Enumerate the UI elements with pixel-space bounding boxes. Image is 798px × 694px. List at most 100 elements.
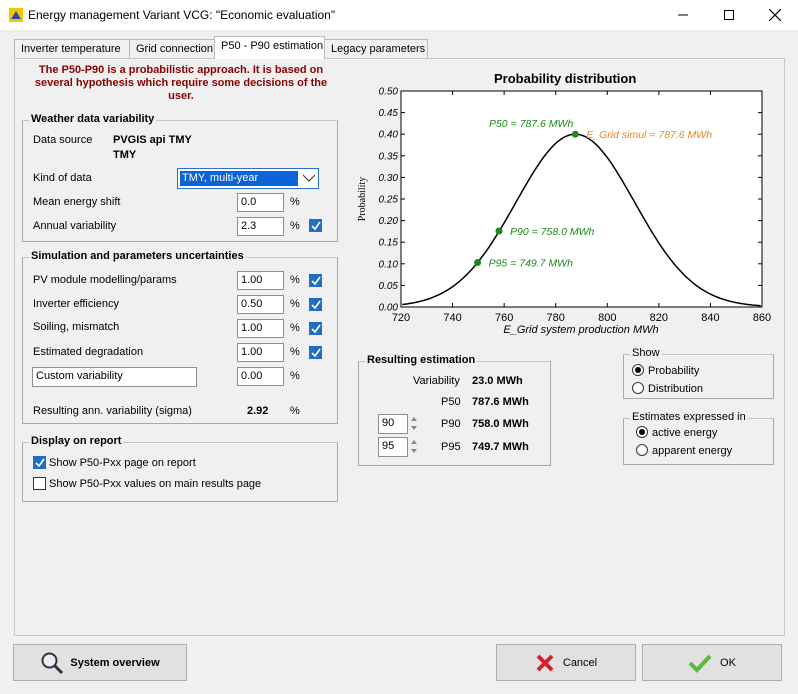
x-tick-label: 800: [598, 312, 616, 324]
data-source-label: Data source: [33, 134, 93, 146]
chevron-down-icon: [303, 174, 315, 182]
kind-of-data-value: TMY, multi-year: [180, 171, 298, 186]
tab-label: Legacy parameters: [331, 43, 426, 55]
y-tick-label: 0.15: [379, 238, 399, 249]
report-group: Display on report: [22, 435, 338, 502]
check-icon: [688, 654, 712, 673]
system-overview-label: System overview: [70, 656, 160, 669]
x-tick-label: 860: [753, 312, 771, 324]
mean-energy-shift-input[interactable]: 0.0: [237, 193, 284, 212]
inverter-efficiency-unit: %: [290, 298, 300, 310]
checkmark-icon: [311, 348, 321, 358]
data-source-value-2: TMY: [113, 149, 137, 161]
x-tick-label: 760: [495, 312, 513, 324]
resulting-variability-label: Resulting ann. variability (sigma): [33, 405, 192, 417]
show-probability-radio[interactable]: [632, 364, 644, 376]
y-tick-label: 0.20: [379, 216, 399, 227]
title-bar: Energy management Variant VCG: "Economic…: [0, 0, 798, 30]
system-overview-button[interactable]: System overview: [13, 644, 187, 681]
data-source-value: PVGIS api TMY: [113, 134, 192, 146]
close-button[interactable]: [752, 0, 798, 30]
report-group-title: Display on report: [29, 435, 124, 447]
maximize-button[interactable]: [706, 0, 752, 30]
tab-p50-p90-estimation[interactable]: P50 - P90 estimation: [214, 36, 325, 59]
minimize-icon: [678, 14, 688, 16]
resulting-variability-value: 2.92: [247, 405, 269, 417]
cancel-label: Cancel: [562, 656, 598, 669]
p50-annotation: P50 = 787.6 MWh: [489, 118, 573, 130]
mean-energy-shift-label: Mean energy shift: [33, 196, 121, 208]
soiling-mismatch-input[interactable]: 1.00: [237, 319, 284, 338]
p95-label: P95: [441, 441, 461, 453]
p95-percent-input[interactable]: 95: [378, 437, 408, 457]
soiling-mismatch-unit: %: [290, 322, 300, 334]
plot-area: [400, 90, 763, 308]
inverter-efficiency-input[interactable]: 0.50: [237, 295, 284, 314]
maximize-icon: [724, 10, 734, 20]
soiling-mismatch-checkbox[interactable]: [309, 322, 322, 335]
active-energy-label: active energy: [652, 427, 718, 439]
pv-module-label: PV module modelling/params: [33, 274, 177, 286]
active-energy-radio[interactable]: [636, 426, 648, 438]
p90-value: 758.0 MWh: [472, 418, 529, 430]
checkmark-icon: [311, 276, 321, 286]
estimates-group-title: Estimates expressed in: [630, 411, 748, 423]
tab-label: Inverter temperature: [21, 43, 121, 55]
tab-inverter-temperature[interactable]: Inverter temperature: [14, 39, 130, 59]
annual-variability-label: Annual variability: [33, 220, 117, 232]
p50-value: 787.6 MWh: [472, 396, 529, 408]
custom-variability-input[interactable]: 0.00: [237, 367, 284, 386]
x-axis-label: E_Grid system production MWh: [503, 324, 658, 336]
x-tick-label: 720: [392, 312, 410, 324]
tab-label: P50 - P90 estimation: [221, 40, 324, 52]
estimated-degradation-checkbox[interactable]: [309, 346, 322, 359]
weather-group-title: Weather data variability: [29, 113, 157, 125]
show-distribution-label: Distribution: [648, 383, 704, 395]
cancel-button[interactable]: Cancel: [496, 644, 636, 681]
checkmark-icon: [35, 458, 45, 468]
y-tick-label: 0.25: [379, 195, 399, 206]
show-distribution-radio[interactable]: [632, 382, 644, 394]
pv-module-unit: %: [290, 274, 300, 286]
uncertainties-group-title: Simulation and parameters uncertainties: [29, 250, 246, 262]
apparent-energy-radio[interactable]: [636, 444, 648, 456]
minimize-button[interactable]: [660, 0, 706, 30]
show-probability-label: Probability: [648, 365, 700, 377]
inverter-efficiency-checkbox[interactable]: [309, 298, 322, 311]
p95-marker: [474, 259, 482, 267]
custom-variability-unit: %: [290, 370, 300, 382]
estimated-degradation-unit: %: [290, 346, 300, 358]
close-icon: [769, 9, 781, 21]
checkmark-icon: [311, 221, 321, 231]
show-page-checkbox[interactable]: [33, 456, 46, 469]
y-tick-label: 0.40: [379, 130, 399, 141]
window-title: Energy management Variant VCG: "Economic…: [28, 8, 336, 22]
mean-energy-shift-unit: %: [290, 196, 300, 208]
resulting-variability-unit: %: [290, 405, 300, 417]
app-icon: [9, 8, 23, 22]
y-tick-label: 0.05: [379, 281, 399, 292]
p90-annotation: P90 = 758.0 MWh: [510, 226, 594, 238]
intro-text: The P50-P90 is a probabilistic approach.…: [34, 64, 328, 102]
tab-grid-connection[interactable]: Grid connection: [129, 39, 215, 59]
show-values-checkbox[interactable]: [33, 477, 46, 490]
kind-of-data-select[interactable]: TMY, multi-year: [177, 168, 319, 189]
annual-variability-input[interactable]: 2.3: [237, 217, 284, 236]
pv-module-checkbox[interactable]: [309, 274, 322, 287]
p95-spinner-icon[interactable]: [410, 437, 418, 456]
custom-variability-name-input[interactable]: Custom variability: [32, 367, 197, 387]
annual-variability-checkbox[interactable]: [309, 219, 322, 232]
checkmark-icon: [311, 324, 321, 334]
x-tick-label: 840: [701, 312, 719, 324]
ok-button[interactable]: OK: [642, 644, 782, 681]
search-icon: [41, 652, 64, 674]
variability-label: Variability: [413, 375, 460, 387]
result-group-title: Resulting estimation: [365, 354, 478, 366]
p90-spinner-icon[interactable]: [410, 414, 418, 433]
estimated-degradation-input[interactable]: 1.00: [237, 343, 284, 362]
pv-module-input[interactable]: 1.00: [237, 271, 284, 290]
p50-marker: [571, 130, 579, 138]
p90-percent-input[interactable]: 90: [378, 414, 408, 434]
y-tick-label: 0.50: [379, 87, 399, 98]
tab-legacy-parameters[interactable]: Legacy parameters: [324, 39, 428, 59]
